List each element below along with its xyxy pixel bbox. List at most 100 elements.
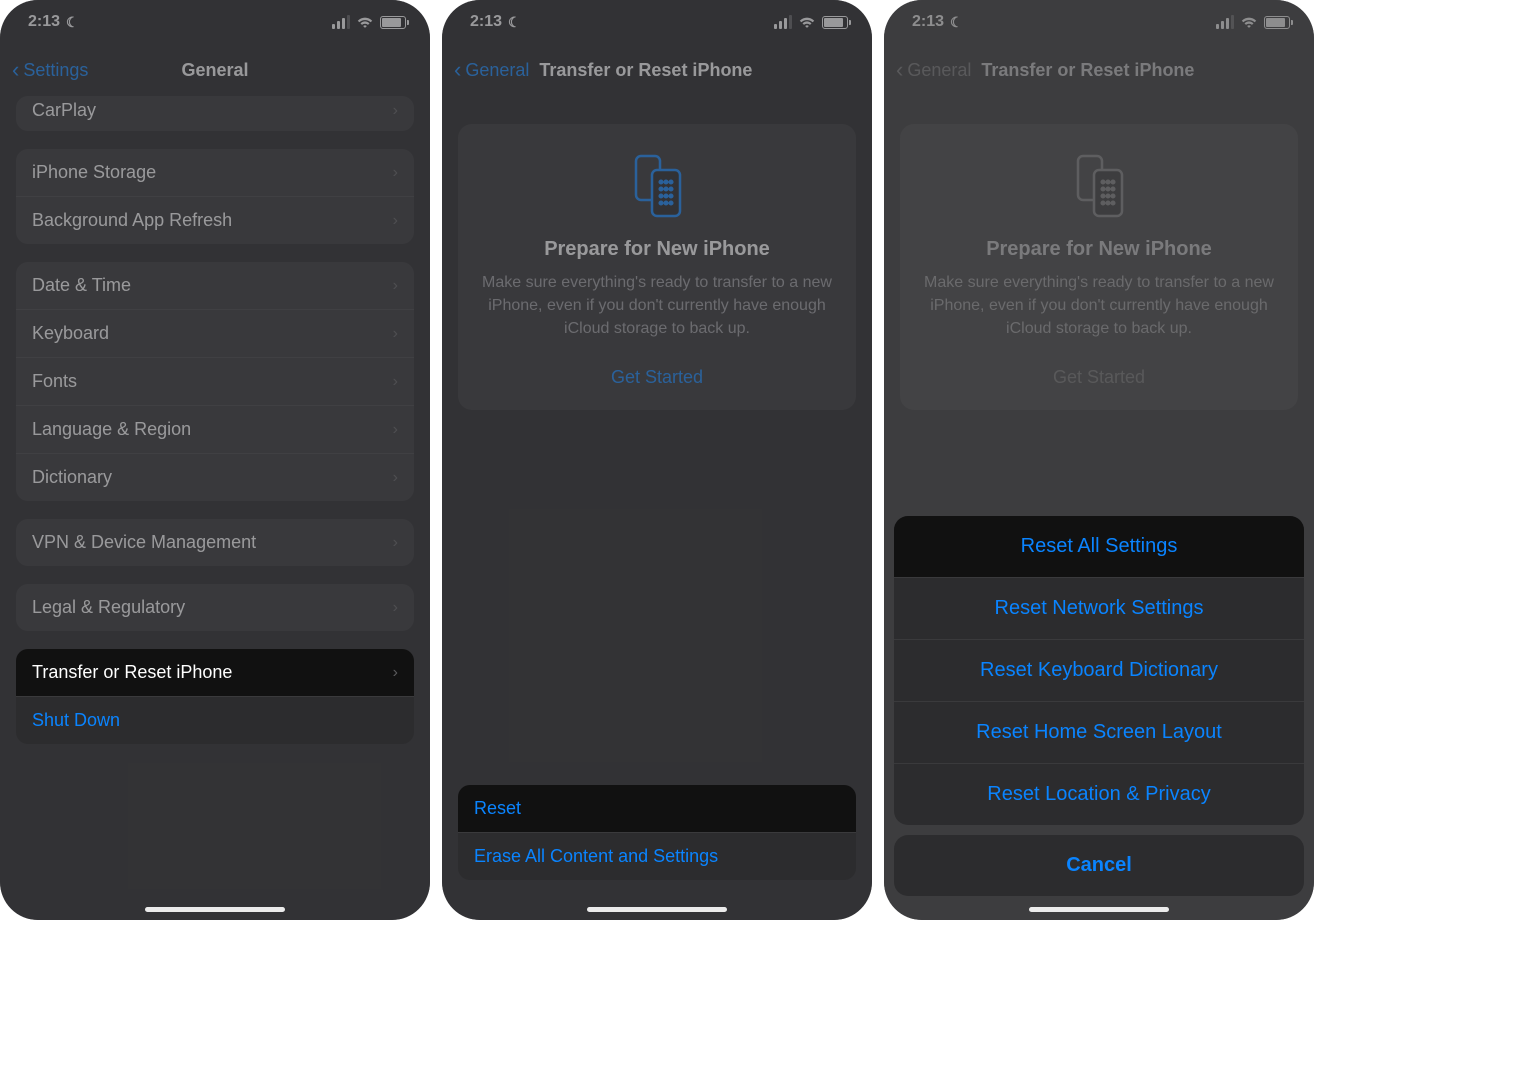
chevron-right-icon: › bbox=[393, 469, 398, 487]
dnd-moon-icon: ☾ bbox=[508, 14, 521, 31]
chevron-right-icon: › bbox=[393, 102, 398, 120]
battery-icon bbox=[380, 16, 406, 29]
back-label: General bbox=[907, 60, 971, 81]
screenshot-reset-sheet: 2:13 ☾ ‹ General Transfer or Reset iPhon… bbox=[884, 0, 1314, 920]
row-label: VPN & Device Management bbox=[32, 532, 256, 553]
chevron-right-icon: › bbox=[393, 599, 398, 617]
row-carplay[interactable]: CarPlay › bbox=[16, 96, 414, 131]
chevron-right-icon: › bbox=[393, 421, 398, 439]
row-label: Erase All Content and Settings bbox=[474, 846, 718, 867]
cell-signal-icon bbox=[332, 15, 350, 29]
row-label: Fonts bbox=[32, 371, 77, 392]
status-bar: 2:13 ☾ bbox=[442, 0, 872, 44]
row-legal[interactable]: Legal & Regulatory › bbox=[16, 584, 414, 631]
wifi-icon bbox=[356, 16, 374, 29]
group-vpn: VPN & Device Management › bbox=[16, 519, 414, 566]
row-keyboard[interactable]: Keyboard › bbox=[16, 309, 414, 357]
status-right bbox=[1216, 15, 1290, 29]
cell-signal-icon bbox=[1216, 15, 1234, 29]
page-title: Transfer or Reset iPhone bbox=[981, 60, 1194, 81]
row-transfer-reset[interactable]: Transfer or Reset iPhone › bbox=[16, 649, 414, 696]
group-carplay: CarPlay › bbox=[16, 96, 414, 131]
cell-signal-icon bbox=[774, 15, 792, 29]
row-lang-region[interactable]: Language & Region › bbox=[16, 405, 414, 453]
battery-icon bbox=[822, 16, 848, 29]
prepare-card: Prepare for New iPhone Make sure everyth… bbox=[900, 124, 1298, 410]
group-prefs: Date & Time › Keyboard › Fonts › Languag… bbox=[16, 262, 414, 501]
prepare-title: Prepare for New iPhone bbox=[482, 238, 832, 261]
row-label: Legal & Regulatory bbox=[32, 597, 185, 618]
status-bar: 2:13 ☾ bbox=[884, 0, 1314, 44]
chevron-right-icon: › bbox=[393, 212, 398, 230]
row-label: Date & Time bbox=[32, 275, 131, 296]
row-fonts[interactable]: Fonts › bbox=[16, 357, 414, 405]
chevron-right-icon: › bbox=[393, 325, 398, 343]
row-reset[interactable]: Reset bbox=[458, 785, 856, 832]
row-label: Shut Down bbox=[32, 710, 120, 731]
back-label: General bbox=[465, 60, 529, 81]
status-time: 2:13 bbox=[28, 13, 60, 31]
status-right bbox=[332, 15, 406, 29]
action-sheet: Reset All Settings Reset Network Setting… bbox=[894, 516, 1304, 896]
devices-icon bbox=[622, 150, 692, 220]
group-legal: Legal & Regulatory › bbox=[16, 584, 414, 631]
chevron-right-icon: › bbox=[393, 164, 398, 182]
sheet-options: Reset All Settings Reset Network Setting… bbox=[894, 516, 1304, 825]
row-label: Transfer or Reset iPhone bbox=[32, 662, 232, 683]
row-erase-all[interactable]: Erase All Content and Settings bbox=[458, 832, 856, 880]
row-date-time[interactable]: Date & Time › bbox=[16, 262, 414, 309]
status-time: 2:13 bbox=[470, 13, 502, 31]
back-label: Settings bbox=[23, 60, 88, 81]
chevron-left-icon: ‹ bbox=[454, 59, 461, 81]
row-dictionary[interactable]: Dictionary › bbox=[16, 453, 414, 501]
row-label: Language & Region bbox=[32, 419, 191, 440]
sheet-reset-location[interactable]: Reset Location & Privacy bbox=[894, 763, 1304, 825]
chevron-right-icon: › bbox=[393, 277, 398, 295]
status-bar: 2:13 ☾ bbox=[0, 0, 430, 44]
chevron-right-icon: › bbox=[393, 664, 398, 682]
row-vpn[interactable]: VPN & Device Management › bbox=[16, 519, 414, 566]
chevron-left-icon: ‹ bbox=[12, 59, 19, 81]
prepare-desc: Make sure everything's ready to transfer… bbox=[924, 271, 1274, 341]
wifi-icon bbox=[1240, 16, 1258, 29]
back-button[interactable]: ‹ General bbox=[896, 59, 971, 81]
get-started-button[interactable]: Get Started bbox=[924, 367, 1274, 388]
nav-bar: ‹ General Transfer or Reset iPhone bbox=[884, 44, 1314, 96]
screenshot-general: 2:13 ☾ ‹ Settings General CarPlay › iPho… bbox=[0, 0, 430, 920]
home-indicator[interactable] bbox=[1029, 907, 1169, 912]
sheet-cancel[interactable]: Cancel bbox=[894, 835, 1304, 896]
row-label: CarPlay bbox=[32, 100, 96, 121]
chevron-right-icon: › bbox=[393, 373, 398, 391]
row-label: Keyboard bbox=[32, 323, 109, 344]
prepare-desc: Make sure everything's ready to transfer… bbox=[482, 271, 832, 341]
home-indicator[interactable] bbox=[145, 907, 285, 912]
sheet-reset-home[interactable]: Reset Home Screen Layout bbox=[894, 701, 1304, 763]
home-indicator[interactable] bbox=[587, 907, 727, 912]
get-started-button[interactable]: Get Started bbox=[482, 367, 832, 388]
row-bg-refresh[interactable]: Background App Refresh › bbox=[16, 196, 414, 244]
back-button[interactable]: ‹ Settings bbox=[12, 59, 88, 81]
dnd-moon-icon: ☾ bbox=[66, 14, 79, 31]
row-label: iPhone Storage bbox=[32, 162, 156, 183]
page-title: General bbox=[181, 60, 248, 81]
devices-icon bbox=[1064, 150, 1134, 220]
chevron-left-icon: ‹ bbox=[896, 59, 903, 81]
dnd-moon-icon: ☾ bbox=[950, 14, 963, 31]
nav-bar: ‹ General Transfer or Reset iPhone bbox=[442, 44, 872, 96]
back-button[interactable]: ‹ General bbox=[454, 59, 529, 81]
wifi-icon bbox=[798, 16, 816, 29]
sheet-reset-keyboard[interactable]: Reset Keyboard Dictionary bbox=[894, 639, 1304, 701]
chevron-right-icon: › bbox=[393, 534, 398, 552]
group-reset: Transfer or Reset iPhone › Shut Down bbox=[16, 649, 414, 744]
prepare-title: Prepare for New iPhone bbox=[924, 238, 1274, 261]
sheet-reset-all[interactable]: Reset All Settings bbox=[894, 516, 1304, 577]
row-shutdown[interactable]: Shut Down bbox=[16, 696, 414, 744]
row-storage[interactable]: iPhone Storage › bbox=[16, 149, 414, 196]
group-storage: iPhone Storage › Background App Refresh … bbox=[16, 149, 414, 244]
screenshot-transfer-reset: 2:13 ☾ ‹ General Transfer or Reset iPhon… bbox=[442, 0, 872, 920]
sheet-reset-network[interactable]: Reset Network Settings bbox=[894, 577, 1304, 639]
status-time: 2:13 bbox=[912, 13, 944, 31]
nav-bar: ‹ Settings General bbox=[0, 44, 430, 96]
row-label: Reset bbox=[474, 798, 521, 819]
row-label: Background App Refresh bbox=[32, 210, 232, 231]
